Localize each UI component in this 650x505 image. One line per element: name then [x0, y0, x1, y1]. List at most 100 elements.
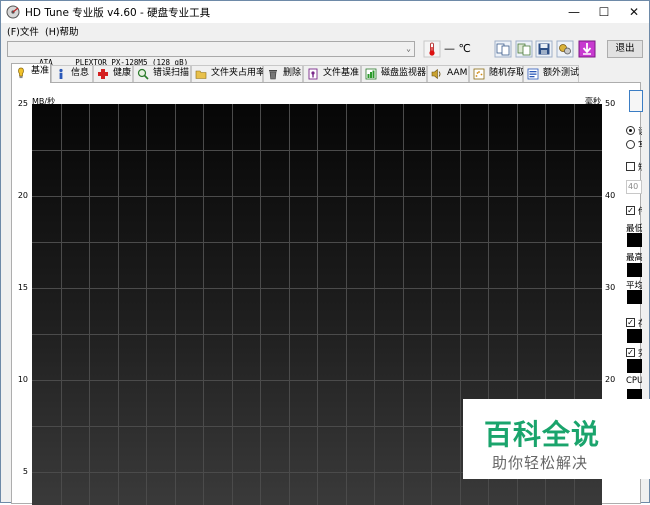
menu-file[interactable]: (F)文件 [7, 24, 39, 38]
left-axis-tick-label: 25 [17, 99, 28, 108]
short-stroke-checkbox[interactable] [626, 162, 635, 171]
tab-health[interactable]: 健康 [93, 65, 133, 82]
title-bar: HD Tune 专业版 v4.60 - 硬盘专业工具 — ☐ ✕ [1, 1, 649, 23]
thermometer-icon [423, 40, 441, 58]
write-radio[interactable] [626, 140, 635, 149]
access-time-checkbox[interactable]: ✓ [626, 318, 635, 327]
watermark-subtitle: 助你轻松解决 [492, 454, 589, 472]
error-scan-icon [137, 68, 149, 80]
left-axis-tick-label: 20 [17, 191, 28, 200]
tab-file-benchmark[interactable]: 文件基准 [303, 65, 361, 82]
grid-line-horizontal [32, 150, 602, 151]
tab-folder-usage[interactable]: 文件夹占用率 [191, 65, 266, 82]
tab-random-access[interactable]: 随机存取 [469, 65, 526, 82]
start-button[interactable] [629, 90, 643, 112]
hd-tune-app-icon [6, 5, 20, 19]
grid-line-vertical [89, 104, 90, 505]
right-axis-tick-label: 50 [605, 99, 616, 108]
tab-label: 错误扫描 [153, 68, 190, 78]
grid-line-horizontal [32, 288, 602, 289]
drive-select[interactable]: ATA PLEXTOR PX-128M5 (128 gB) ⌄ [7, 41, 415, 67]
tab-error-scan[interactable]: 错误扫描 [133, 65, 191, 82]
short-stroke-value[interactable]: 40 [626, 180, 642, 194]
random-access-icon [473, 68, 485, 80]
temperature-readout: — ℃ [444, 42, 471, 55]
watermark-title: 百科全说 [484, 418, 601, 451]
access-time-label: 存 [638, 317, 642, 329]
transfer-rate-label: 传 [638, 205, 642, 217]
extra-tests-icon [527, 68, 539, 80]
minimum-value [627, 233, 642, 247]
close-button[interactable]: ✕ [619, 1, 649, 23]
burst-rate-label: 突 [638, 347, 642, 359]
copy-screenshot-icon[interactable] [515, 40, 533, 58]
tab-label: 额外测试 [543, 68, 580, 78]
grid-line-vertical [260, 104, 261, 505]
grid-line-horizontal [32, 196, 602, 197]
tab-extra-tests[interactable]: 额外测试 [523, 65, 579, 82]
short-stroke-label: 短 [638, 161, 642, 173]
tab-strip: 基准 信息 健康 错误扫描 文件夹占用率 删除 文件基准 磁盘监视器 AAM 随… [11, 63, 641, 83]
tab-label: 文件夹占用率 [211, 68, 266, 78]
grid-line-vertical [431, 104, 432, 505]
grid-line-vertical [289, 104, 290, 505]
tab-erase[interactable]: 删除 [263, 65, 303, 82]
disk-monitor-icon [365, 68, 377, 80]
tab-label: 健康 [113, 68, 132, 78]
grid-line-vertical [346, 104, 347, 505]
watermark: 百科全说 助你轻松解决 [463, 399, 650, 479]
read-radio-label: 读 [638, 125, 642, 137]
cpu-usage-label: CPU [626, 376, 642, 386]
grid-line-vertical [374, 104, 375, 505]
grid-line-vertical [203, 104, 204, 505]
maximum-value [627, 263, 642, 277]
save-icon[interactable] [535, 40, 553, 58]
tab-disk-monitor[interactable]: 磁盘监视器 [361, 65, 427, 82]
tab-aam[interactable]: AAM [427, 65, 469, 82]
app-window: HD Tune 专业版 v4.60 - 硬盘专业工具 — ☐ ✕ (F)文件 (… [0, 0, 650, 505]
tab-label: 删除 [283, 68, 302, 78]
tab-info[interactable]: 信息 [51, 65, 93, 82]
right-axis-tick-label: 20 [605, 375, 616, 384]
transfer-rate-checkbox[interactable]: ✓ [626, 206, 635, 215]
chevron-down-icon: ⌄ [406, 44, 411, 53]
health-icon [98, 69, 108, 79]
options-icon[interactable] [556, 40, 574, 58]
burst-rate-value [627, 359, 642, 373]
burst-rate-checkbox[interactable]: ✓ [626, 348, 635, 357]
tab-label: 随机存取 [489, 68, 526, 78]
download-icon[interactable] [578, 40, 596, 58]
grid-line-vertical [317, 104, 318, 505]
average-value [627, 290, 642, 304]
tab-label: AAM [447, 68, 468, 78]
grid-line-vertical [61, 104, 62, 505]
access-time-value [627, 329, 642, 343]
minimize-button[interactable]: — [559, 1, 589, 23]
left-axis-tick-label: 10 [17, 375, 28, 384]
tab-label: 基准 [31, 66, 50, 76]
right-axis-tick-label: 30 [605, 283, 616, 292]
maximum-label: 最高 [626, 253, 642, 263]
grid-line-vertical [460, 104, 461, 505]
read-radio[interactable] [626, 126, 635, 135]
erase-icon [269, 70, 277, 80]
tab-benchmark[interactable]: 基准 [11, 63, 51, 83]
file-benchmark-icon [308, 68, 318, 80]
aam-icon [431, 68, 441, 80]
benchmark-icon [18, 67, 24, 79]
exit-button[interactable]: 退出 [607, 40, 643, 58]
toolbar: ATA PLEXTOR PX-128M5 (128 gB) ⌄ — ℃ 退出 [1, 37, 649, 67]
grid-line-vertical [232, 104, 233, 505]
grid-line-horizontal [32, 380, 602, 381]
tab-label: 文件基准 [323, 68, 360, 78]
write-radio-label: 写 [638, 139, 642, 151]
grid-line-vertical [403, 104, 404, 505]
copy-text-icon[interactable] [494, 40, 512, 58]
window-title: HD Tune 专业版 v4.60 - 硬盘专业工具 [25, 7, 211, 19]
menu-help[interactable]: (H)帮助 [45, 24, 79, 38]
tab-label: 信息 [71, 68, 90, 78]
folder-usage-icon [195, 70, 207, 79]
left-axis-tick-label: 5 [22, 467, 28, 476]
maximize-button[interactable]: ☐ [589, 1, 619, 23]
menu-bar: (F)文件 (H)帮助 [1, 23, 649, 38]
